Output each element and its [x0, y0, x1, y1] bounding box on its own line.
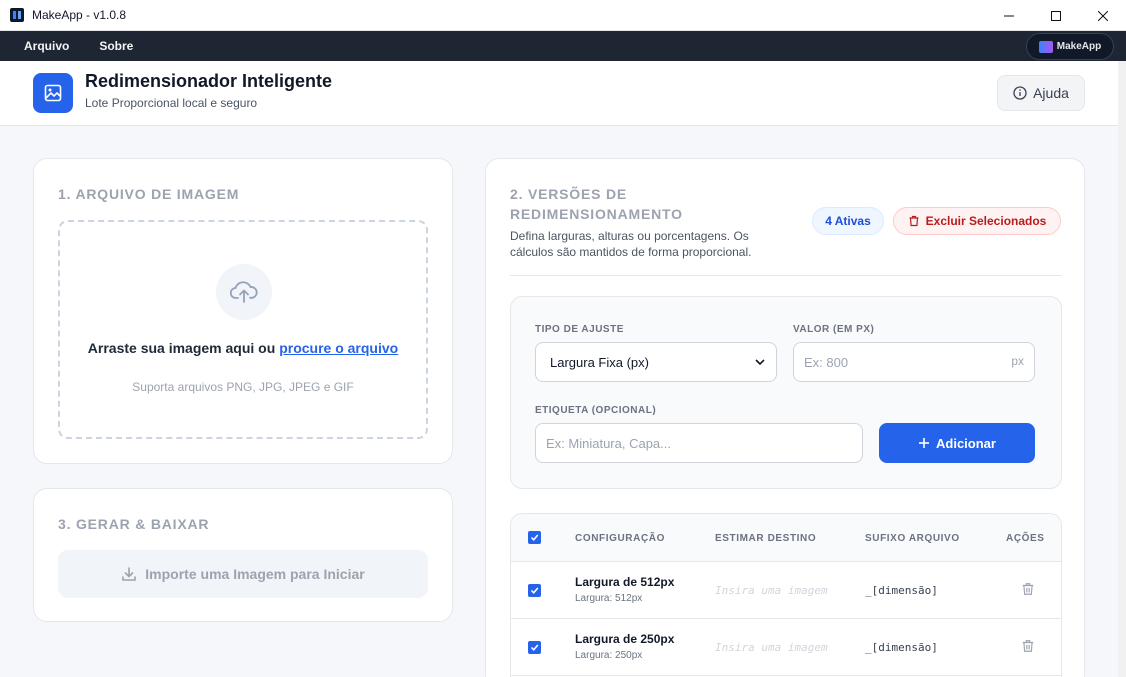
maximize-icon: [1050, 10, 1061, 21]
image-dropzone[interactable]: Arraste sua imagem aqui ou procure o arq…: [58, 220, 428, 439]
row-checkbox[interactable]: [528, 584, 541, 597]
generate-button-label: Importe uma Imagem para Iniciar: [145, 566, 365, 582]
help-label: Ajuda: [1033, 85, 1069, 101]
tag-label: ETIQUETA (OPCIONAL): [535, 405, 657, 416]
trash-icon: [1022, 583, 1034, 595]
menu-bar: Arquivo Sobre MakeApp: [0, 31, 1126, 61]
brand-logo-pill: MakeApp: [1026, 33, 1114, 60]
value-placeholder: Ex: 800: [804, 354, 849, 370]
window-title: MakeApp - v1.0.8: [32, 8, 127, 22]
generate-section-title: 3. GERAR & BAIXAR: [58, 516, 210, 532]
page-title: Redimensionador Inteligente: [85, 71, 333, 91]
drop-instructions: Arraste sua imagem aqui ou procure o arq…: [80, 338, 406, 358]
value-label: VALOR (EM PX): [793, 324, 875, 335]
generate-card: 3. GERAR & BAIXAR Importe uma Imagem par…: [33, 488, 453, 622]
window-titlebar: MakeApp - v1.0.8: [0, 0, 1126, 31]
row-estimate: Insira uma imagem: [715, 584, 828, 597]
close-button[interactable]: [1079, 0, 1126, 31]
row-checkbox[interactable]: [528, 641, 541, 654]
row-delete-button[interactable]: [1021, 582, 1035, 601]
check-icon: [530, 587, 539, 594]
menu-item-sobre[interactable]: Sobre: [99, 39, 133, 53]
select-all-checkbox[interactable]: [528, 531, 541, 544]
supported-formats-hint: Suporta arquivos PNG, JPG, JPEG e GIF: [132, 380, 354, 394]
add-version-button[interactable]: Adicionar: [879, 423, 1035, 463]
app-header: Redimensionador Inteligente Lote Proporc…: [0, 61, 1118, 126]
row-title: Largura de 512px: [575, 575, 675, 589]
delete-selected-button[interactable]: Excluir Selecionados: [893, 207, 1061, 235]
col-header-estimate: ESTIMAR DESTINO: [715, 533, 817, 544]
row-delete-button[interactable]: [1021, 639, 1035, 658]
table-row: Largura de 512px Largura: 512px Insira u…: [511, 562, 1061, 619]
col-header-suffix: SUFIXO ARQUIVO: [865, 533, 960, 544]
col-header-actions: AÇÕES: [1006, 533, 1045, 544]
info-icon: [1013, 86, 1027, 100]
row-subtitle: Largura: 250px: [575, 650, 643, 661]
row-suffix: _[dimensão]: [865, 641, 938, 654]
row-suffix: _[dimensão]: [865, 584, 938, 597]
add-version-form: TIPO DE AJUSTE Largura Fixa (px) VALOR (…: [510, 296, 1062, 489]
chevron-down-icon: [755, 359, 765, 366]
drop-text: Arraste sua imagem aqui ou: [87, 340, 280, 356]
versions-section-title: 2. VERSÕES DE REDIMENSIONAMENTO: [510, 186, 683, 222]
table-header: CONFIGURAÇÃO ESTIMAR DESTINO SUFIXO ARQU…: [511, 514, 1061, 562]
tag-placeholder: Ex: Miniatura, Capa...: [546, 435, 671, 451]
brand-name: MakeApp: [1056, 41, 1102, 52]
row-title: Largura de 250px: [575, 632, 675, 646]
upload-section-title: 1. ARQUIVO DE IMAGEM: [58, 186, 240, 202]
help-button[interactable]: Ajuda: [997, 75, 1085, 111]
cloud-upload-icon: [216, 264, 272, 320]
delete-selected-label: Excluir Selecionados: [925, 214, 1047, 228]
value-unit-suffix: px: [1011, 354, 1024, 368]
download-icon: [122, 567, 137, 581]
adjust-type-select[interactable]: Largura Fixa (px): [535, 342, 777, 382]
page-subtitle: Lote Proporcional local e seguro: [85, 96, 258, 110]
close-icon: [1097, 10, 1108, 21]
section-divider: [510, 275, 1062, 276]
table-row: Largura de 250px Largura: 250px Insira u…: [511, 619, 1061, 676]
generate-download-button[interactable]: Importe uma Imagem para Iniciar: [58, 550, 428, 598]
row-subtitle: Largura: 512px: [575, 593, 643, 604]
versions-table: CONFIGURAÇÃO ESTIMAR DESTINO SUFIXO ARQU…: [510, 513, 1062, 677]
image-icon: [33, 73, 73, 113]
active-count-badge: 4 Ativas: [812, 207, 884, 235]
app-icon: [10, 8, 24, 22]
plus-icon: [919, 438, 930, 448]
check-icon: [530, 644, 539, 651]
row-estimate: Insira uma imagem: [715, 641, 828, 654]
col-header-configuration: CONFIGURAÇÃO: [575, 533, 665, 544]
versions-card: 2. VERSÕES DE REDIMENSIONAMENTO Defina l…: [485, 158, 1085, 677]
maximize-button[interactable]: [1032, 0, 1079, 31]
minimize-button[interactable]: [985, 0, 1032, 31]
scrollbar[interactable]: [1118, 61, 1126, 677]
check-icon: [530, 534, 539, 541]
adjust-type-label: TIPO DE AJUSTE: [535, 324, 624, 335]
brand-logo-icon: [1038, 40, 1053, 53]
add-version-label: Adicionar: [936, 435, 996, 451]
upload-card: 1. ARQUIVO DE IMAGEM Arraste sua imagem …: [33, 158, 453, 464]
value-input[interactable]: Ex: 800 px: [793, 342, 1035, 382]
trash-icon: [909, 215, 919, 227]
browse-file-link[interactable]: procure o arquivo: [279, 340, 398, 356]
versions-description: Defina larguras, alturas ou porcentagens…: [510, 229, 752, 259]
trash-icon: [1022, 640, 1034, 652]
menu-item-arquivo[interactable]: Arquivo: [24, 39, 69, 53]
window-controls: [985, 0, 1126, 31]
minimize-icon: [1003, 15, 1014, 16]
tag-input[interactable]: Ex: Miniatura, Capa...: [535, 423, 863, 463]
adjust-type-value: Largura Fixa (px): [550, 354, 649, 370]
